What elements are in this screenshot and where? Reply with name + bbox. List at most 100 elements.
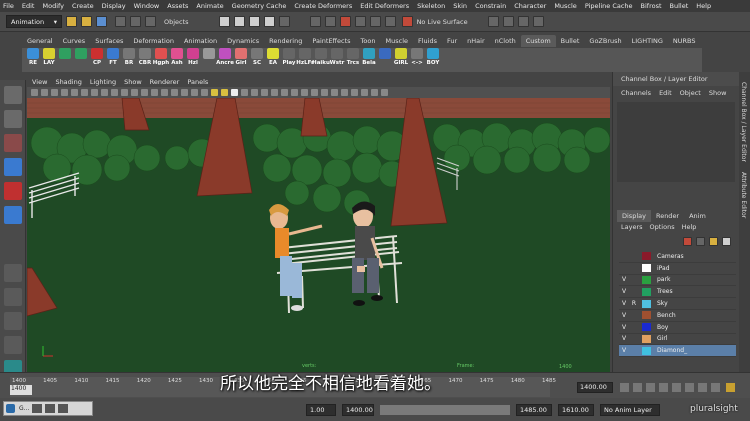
range-start-field[interactable]: 1400.00	[342, 403, 374, 416]
menu-pipeline-cache[interactable]: Pipeline Cache	[585, 2, 633, 10]
panel-toolbar-icon[interactable]	[351, 89, 358, 96]
current-frame-marker[interactable]: 1400	[10, 385, 32, 395]
panel-toolbar-icon[interactable]	[131, 89, 138, 96]
layout-four-icon[interactable]	[4, 288, 22, 306]
anim-layer-field[interactable]: No Anim Layer	[600, 403, 660, 416]
layer-color-swatch[interactable]	[642, 334, 651, 343]
shelf-tab-surfaces[interactable]: Surfaces	[90, 35, 128, 47]
paint-select-tool-icon[interactable]	[4, 134, 22, 152]
layer-color-swatch[interactable]	[642, 311, 651, 320]
select-tool-icon[interactable]	[4, 86, 22, 104]
shelf-tab-ncloth[interactable]: nCloth	[490, 35, 521, 47]
shelf-tab-bullet[interactable]: Bullet	[556, 35, 585, 47]
shelf-button-item[interactable]: <->	[410, 48, 424, 66]
layer-row-ipad[interactable]: iPad	[619, 263, 736, 275]
shelf-button-ash[interactable]: Ash	[170, 48, 184, 66]
menu-help[interactable]: Help	[696, 2, 711, 10]
panel-toolbar-icon[interactable]	[141, 89, 148, 96]
shelf-tab-lighting[interactable]: LIGHTING	[627, 35, 668, 47]
shelf-tab-dynamics[interactable]: Dynamics	[222, 35, 264, 47]
magnet-icon[interactable]	[401, 16, 413, 27]
layer-menu-layers[interactable]: Layers	[621, 223, 643, 231]
shelf-button-hgph[interactable]: Hgph	[153, 48, 169, 66]
panel-toolbar-icon[interactable]	[291, 89, 298, 96]
play-forwards-icon[interactable]	[672, 383, 681, 392]
tool-settings-icon[interactable]	[502, 16, 514, 27]
prev-key-icon[interactable]	[646, 383, 655, 392]
hypershade-icon[interactable]	[384, 16, 396, 27]
panel-toolbar-icon[interactable]	[121, 89, 128, 96]
go-to-end-icon[interactable]	[711, 383, 720, 392]
layer-color-swatch[interactable]	[642, 346, 651, 355]
play-backwards-icon[interactable]	[659, 383, 668, 392]
menu-create[interactable]: Create	[72, 2, 94, 10]
menu-edit[interactable]: Edit	[22, 2, 35, 10]
shelf-button-hzl[interactable]: Hzl	[186, 48, 200, 66]
panel-toolbar-icon[interactable]	[91, 89, 98, 96]
shelf-tab-general[interactable]: General	[22, 35, 58, 47]
panel-menu-renderer[interactable]: Renderer	[150, 78, 180, 86]
move-layer-down-icon[interactable]	[722, 237, 731, 246]
layer-row-cameras[interactable]: Cameras	[619, 251, 736, 263]
shelf-tab-gozbrush[interactable]: GoZBrush	[584, 35, 626, 47]
panel-toolbar-icon[interactable]	[201, 89, 208, 96]
shelf-tab-fluids[interactable]: Fluids	[413, 35, 442, 47]
panel-toolbar-icon[interactable]	[361, 89, 368, 96]
panel-toolbar-icon[interactable]	[181, 89, 188, 96]
panel-toolbar-icon[interactable]	[41, 89, 48, 96]
layer-color-swatch[interactable]	[642, 252, 651, 261]
layer-color-swatch[interactable]	[642, 323, 651, 332]
panel-toolbar-icon[interactable]	[81, 89, 88, 96]
range-bar[interactable]	[380, 404, 510, 415]
shelf-button-girl[interactable]: Girl	[234, 48, 248, 66]
layer-row-sky[interactable]: V R Sky	[619, 298, 736, 310]
layer-visibility-toggle[interactable]: V	[619, 276, 629, 283]
shelf-button-girl[interactable]: GIRL	[394, 48, 408, 66]
make-live-icon[interactable]	[278, 16, 290, 27]
panel-toolbar-icon[interactable]	[331, 89, 338, 96]
menu-skeleton[interactable]: Skeleton	[417, 2, 445, 10]
shelf-tab-animation[interactable]: Animation	[179, 35, 222, 47]
go-to-start-icon[interactable]	[620, 383, 629, 392]
menuset-dropdown[interactable]: Animation ▾	[6, 15, 62, 28]
panel-toolbar-icon[interactable]	[71, 89, 78, 96]
key-icon[interactable]	[726, 383, 735, 392]
panel-toolbar-icon[interactable]	[311, 89, 318, 96]
minimize-icon[interactable]	[32, 404, 43, 413]
shelf-button-icon-3[interactable]	[74, 48, 88, 60]
layer-tab-display[interactable]: Display	[617, 210, 651, 222]
attribute-editor-icon[interactable]	[517, 16, 529, 27]
render-settings-icon[interactable]	[369, 16, 381, 27]
shelf-tab-painteffects[interactable]: PaintEffects	[307, 35, 355, 47]
shelf-button-br[interactable]: BR	[122, 48, 136, 66]
layer-tab-render[interactable]: Render	[651, 210, 684, 222]
shelf-button-haiku[interactable]: Haiku	[312, 48, 330, 66]
close-icon[interactable]	[58, 404, 69, 413]
menu-geometry-cache[interactable]: Geometry Cache	[232, 2, 287, 10]
layer-reference-toggle[interactable]: R	[629, 300, 639, 307]
panel-toolbar-icon[interactable]	[161, 89, 168, 96]
shelf-button-trcs[interactable]: Trcs	[346, 48, 360, 66]
history-icon[interactable]	[309, 16, 321, 27]
render-icon[interactable]	[324, 16, 336, 27]
panel-toolbar-icon[interactable]	[321, 89, 328, 96]
snap-point-icon[interactable]	[248, 16, 260, 27]
shelf-button-ea[interactable]: EA	[266, 48, 280, 66]
layer-menu-help[interactable]: Help	[682, 223, 697, 231]
shelf-button-icon-22[interactable]	[378, 48, 392, 60]
panel-toolbar-icon[interactable]	[191, 89, 198, 96]
menu-edit-deformers[interactable]: Edit Deformers	[360, 2, 409, 10]
menu-file[interactable]: File	[3, 2, 14, 10]
new-layer-icon[interactable]	[683, 237, 692, 246]
panel-toolbar-icon[interactable]	[381, 89, 388, 96]
menu-character[interactable]: Character	[514, 2, 546, 10]
scale-tool-icon[interactable]	[4, 206, 22, 224]
render-view-icon[interactable]	[339, 16, 351, 27]
shelf-button-icon-2[interactable]	[58, 48, 72, 60]
shelf-tab-deformation[interactable]: Deformation	[128, 35, 179, 47]
layer-row-park[interactable]: Vpark	[619, 275, 736, 287]
start-time-field[interactable]: 1.00	[306, 403, 336, 416]
taskbar-window-button[interactable]: G...	[3, 401, 93, 416]
select-object-icon[interactable]	[130, 16, 141, 27]
menu-assets[interactable]: Assets	[167, 2, 188, 10]
